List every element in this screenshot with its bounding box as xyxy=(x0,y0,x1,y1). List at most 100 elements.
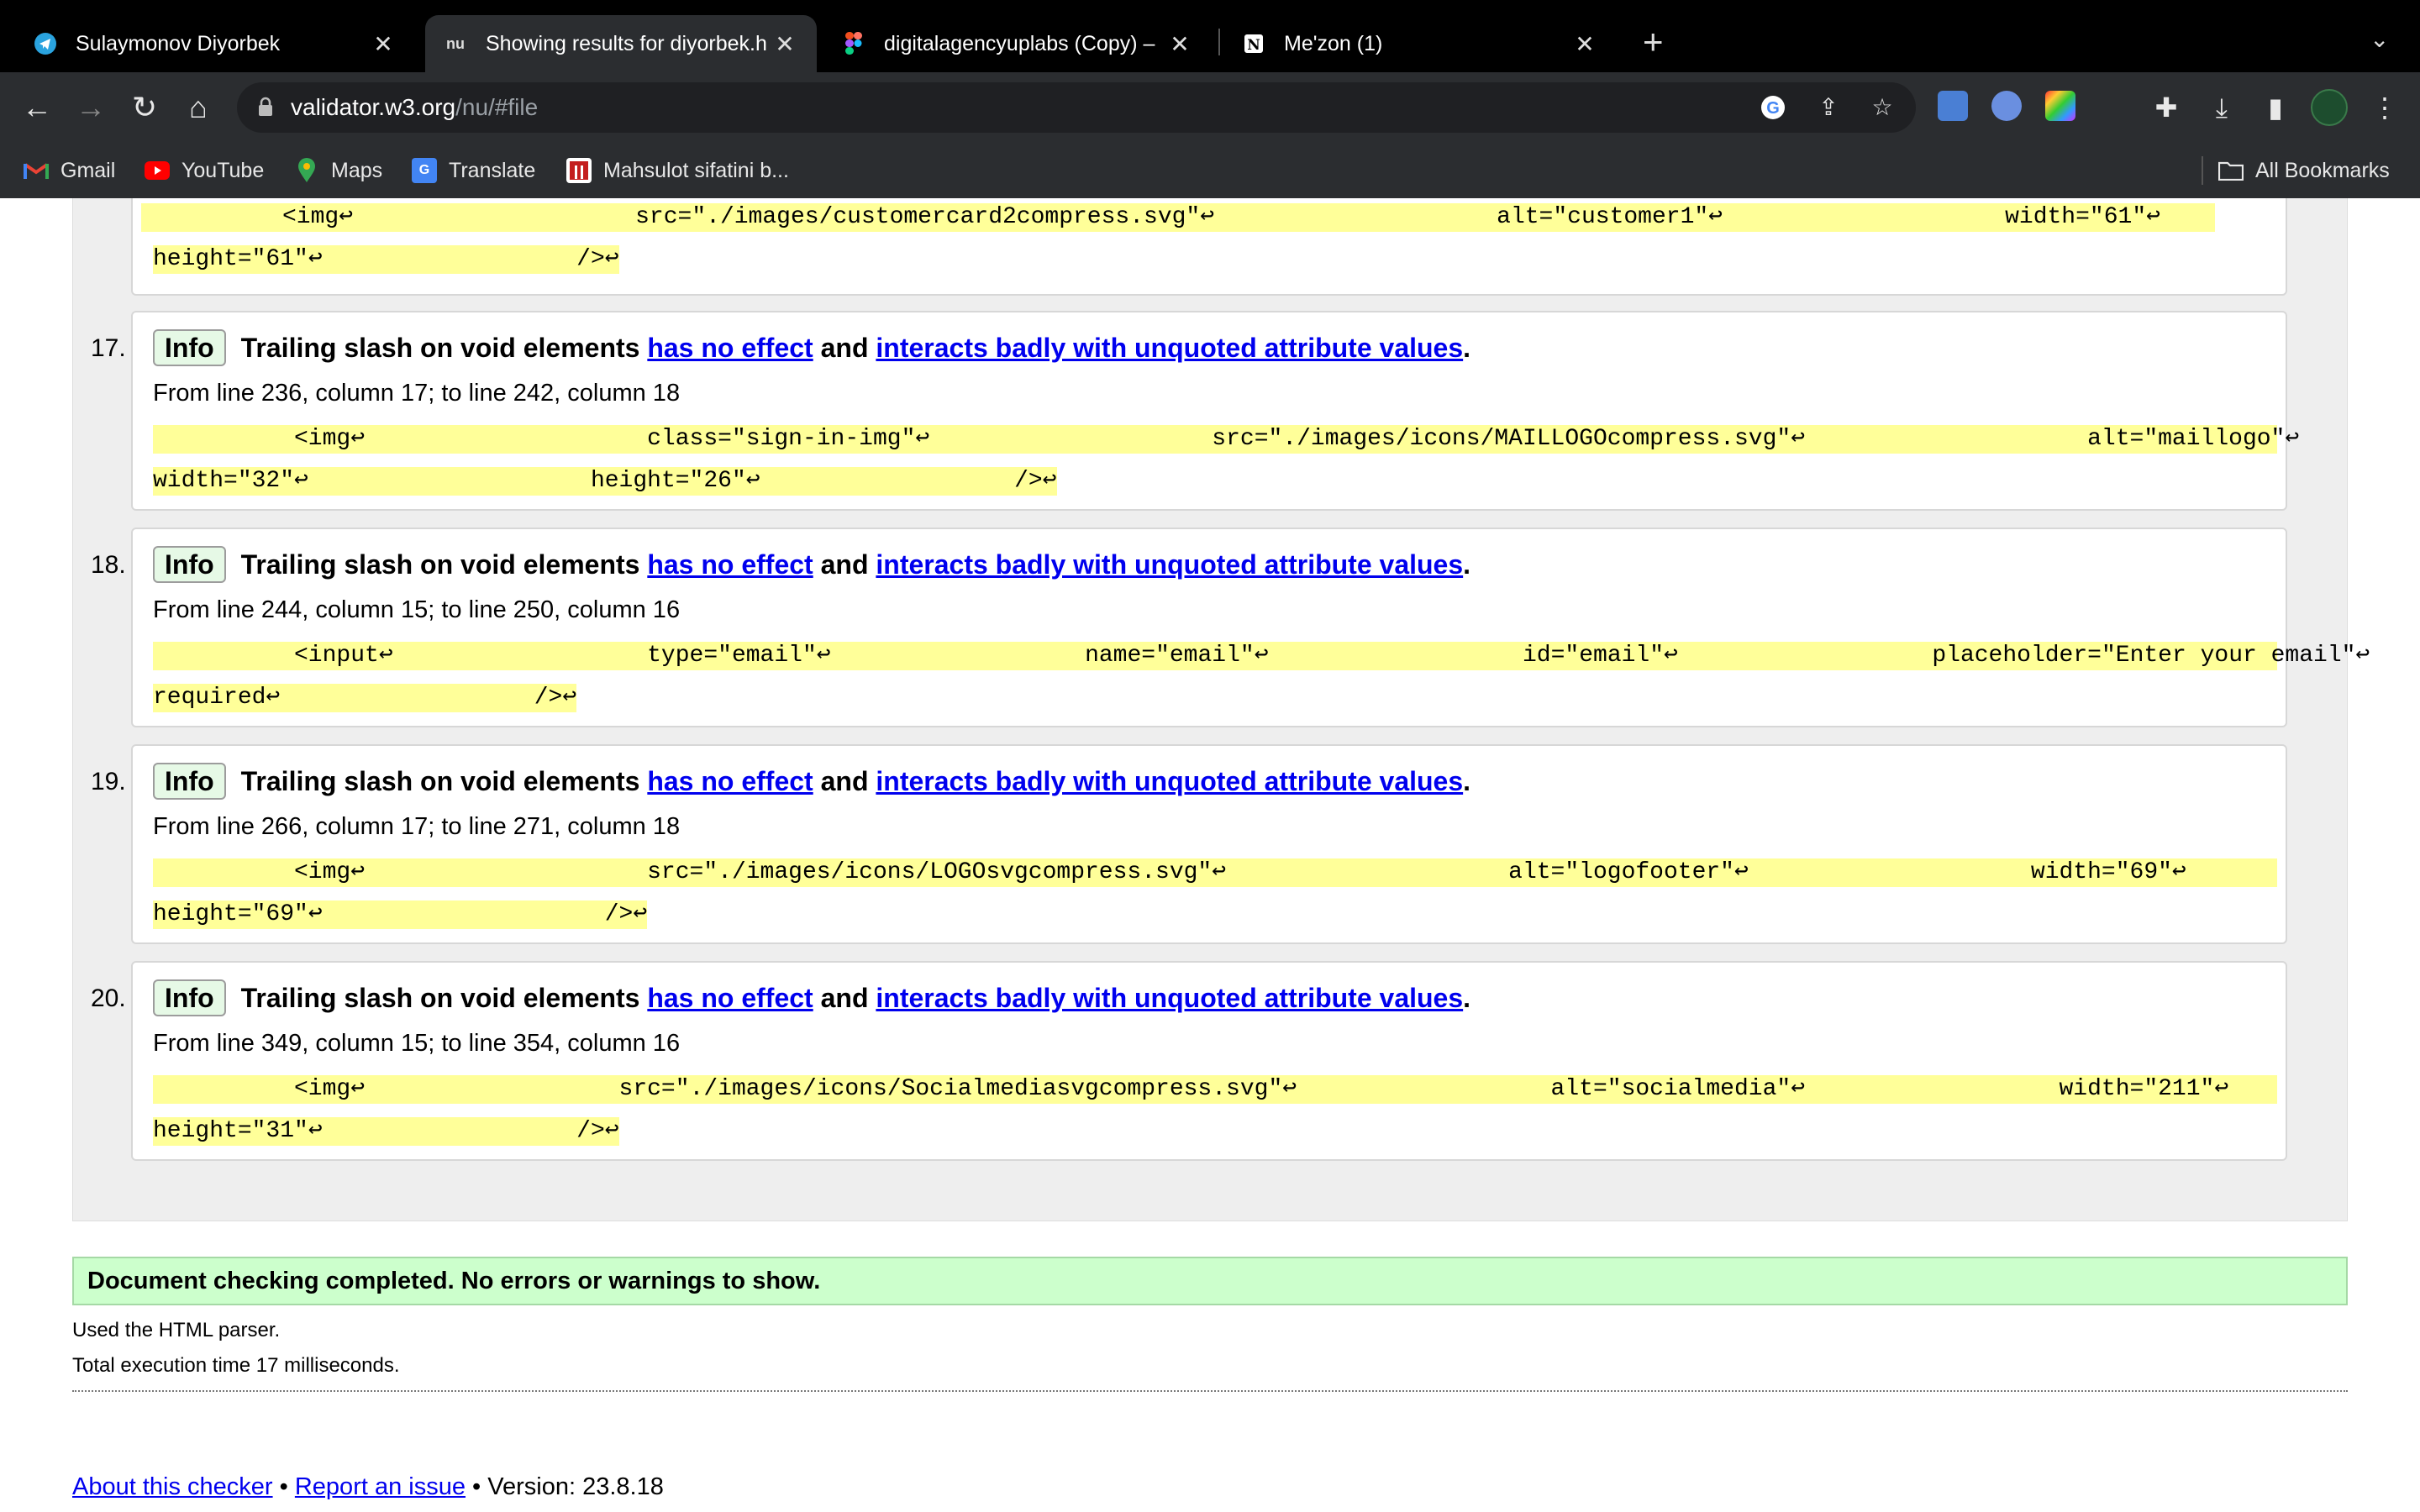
gmail-icon xyxy=(24,158,49,183)
info-badge: Info xyxy=(153,763,226,800)
color-picker-extension-icon[interactable] xyxy=(2045,91,2075,121)
info-badge: Info xyxy=(153,979,226,1016)
download-icon[interactable]: ⤓ xyxy=(2205,91,2238,124)
folder-icon xyxy=(2218,158,2244,183)
code-extract-line: height="31"↩ />↩ xyxy=(153,1117,619,1146)
message-text: . xyxy=(1463,549,1471,580)
bookmark-site-icon xyxy=(566,158,592,183)
message-text: Trailing slash on void elements xyxy=(240,765,640,796)
figma-icon xyxy=(842,32,865,55)
bookmark-gmail[interactable]: Gmail xyxy=(24,143,115,198)
divider xyxy=(72,1390,2348,1392)
tab-telegram[interactable]: Sulaymonov Diyorbek ✕ xyxy=(15,15,415,72)
bookmark-maps[interactable]: Maps xyxy=(294,143,382,198)
has-no-effect-link[interactable]: has no effect xyxy=(647,549,813,580)
interacts-badly-link[interactable]: interacts badly with unquoted attribute … xyxy=(876,766,1463,797)
profile-avatar[interactable] xyxy=(2311,89,2348,126)
close-tab-icon[interactable]: ✕ xyxy=(771,30,798,58)
interacts-badly-link[interactable]: interacts badly with unquoted attribute … xyxy=(876,549,1463,580)
back-icon[interactable]: ← xyxy=(17,87,57,128)
code-extract-line: required↩ />↩ xyxy=(153,684,577,712)
message-text: and xyxy=(820,549,869,580)
all-bookmarks-folder[interactable]: All Bookmarks xyxy=(2218,143,2390,198)
tab-title: Showing results for diyorbek.h xyxy=(486,31,767,55)
about-checker-link[interactable]: About this checker xyxy=(72,1473,273,1500)
code-extract-line: <img↩ src="./images/customercard2compres… xyxy=(141,203,2215,232)
reload-icon[interactable]: ↻ xyxy=(124,87,165,128)
message-text: . xyxy=(1463,765,1471,796)
message-location: From line 236, column 17; to line 242, c… xyxy=(153,380,681,407)
message-heading: Info Trailing slash on void elements has… xyxy=(153,546,1470,583)
share-icon[interactable]: ⇪ xyxy=(1815,94,1842,121)
bookmarks-bar: Gmail YouTube Maps G Translate Mahsulot … xyxy=(0,143,2420,198)
tab-figma[interactable]: digitalagencyuplabs (Copy) – ✕ xyxy=(823,15,1212,72)
code-extract-line: height="69"↩ />↩ xyxy=(153,900,648,929)
bookmark-label: Translate xyxy=(449,158,536,182)
google-translate-extension-icon[interactable] xyxy=(1938,91,1968,121)
bookmark-star-icon[interactable]: ☆ xyxy=(1869,94,1896,121)
close-tab-icon[interactable]: ✕ xyxy=(370,30,397,58)
message-text: and xyxy=(820,982,869,1013)
tab-strip: Sulaymonov Diyorbek ✕ nu Showing results… xyxy=(0,0,2420,72)
message-text: and xyxy=(820,332,869,363)
all-bookmarks-label: All Bookmarks xyxy=(2255,158,2390,182)
youtube-icon xyxy=(145,158,170,183)
tab-separator xyxy=(1218,29,1220,55)
google-lens-icon[interactable]: G xyxy=(1760,94,1786,121)
close-tab-icon[interactable]: ✕ xyxy=(1571,30,1598,58)
svg-text:N: N xyxy=(1247,37,1260,54)
code-extract-line: height="61"↩ />↩ xyxy=(153,245,619,274)
success-message: Document checking completed. No errors o… xyxy=(72,1257,2348,1305)
url-text: validator.w3.org/nu/#file xyxy=(291,82,538,133)
footer-separator: • xyxy=(272,1473,295,1500)
bookmarks-separator xyxy=(2202,156,2203,185)
message-location: From line 266, column 17; to line 271, c… xyxy=(153,813,681,840)
code-extract-line: <img↩ src="./images/icons/LOGOsvgcompres… xyxy=(153,858,2277,887)
bookmark-label: Gmail xyxy=(60,158,116,182)
has-no-effect-link[interactable]: has no effect xyxy=(647,983,813,1014)
execution-time: Total execution time 17 milliseconds. xyxy=(72,1354,400,1377)
menu-kebab-icon[interactable]: ⋮ xyxy=(2368,91,2402,124)
telegram-extension-icon[interactable] xyxy=(1991,91,2022,121)
bookmark-mahsulot[interactable]: Mahsulot sifatini b... xyxy=(566,143,789,198)
tab-title: digitalagencyuplabs (Copy) – xyxy=(884,31,1155,55)
tab-validator[interactable]: nu Showing results for diyorbek.h ✕ xyxy=(425,15,817,72)
report-issue-link[interactable]: Report an issue xyxy=(295,1473,466,1500)
address-bar[interactable]: validator.w3.org/nu/#file G ⇪ ☆ xyxy=(237,82,1916,133)
validator-page: <img↩ src="./images/customercard2compres… xyxy=(0,198,2420,1512)
forward-icon[interactable]: → xyxy=(71,87,111,128)
interacts-badly-link[interactable]: interacts badly with unquoted attribute … xyxy=(876,983,1463,1014)
message-location: From line 349, column 15; to line 354, c… xyxy=(153,1030,681,1057)
side-panel-icon[interactable]: ▮ xyxy=(2259,91,2292,124)
svg-text:G: G xyxy=(1766,99,1780,118)
tab-notion[interactable]: N Me'zon (1) ✕ xyxy=(1223,15,1617,72)
notion-icon: N xyxy=(1242,32,1265,55)
message-item: Info Trailing slash on void elements has… xyxy=(131,528,2370,727)
info-badge: Info xyxy=(153,329,226,366)
info-badge: Info xyxy=(153,546,226,583)
code-extract-line: <input↩ type="email"↩ name="email"↩ id="… xyxy=(153,642,2370,670)
interacts-badly-link[interactable]: interacts badly with unquoted attribute … xyxy=(876,333,1463,364)
message-number: 19. xyxy=(91,768,126,795)
message-item-partial: <img↩ src="./images/customercard2compres… xyxy=(131,198,2287,296)
message-text: Trailing slash on void elements xyxy=(240,549,640,580)
close-tab-icon[interactable]: ✕ xyxy=(1166,30,1193,58)
bookmark-youtube[interactable]: YouTube xyxy=(145,143,264,198)
message-item: Info Trailing slash on void elements has… xyxy=(131,961,2287,1161)
has-no-effect-link[interactable]: has no effect xyxy=(647,766,813,797)
tab-search-icon[interactable]: ⌄ xyxy=(2370,25,2389,53)
message-heading: Info Trailing slash on void elements has… xyxy=(153,979,1470,1016)
url-path: /nu/#file xyxy=(455,94,539,120)
has-no-effect-link[interactable]: has no effect xyxy=(647,333,813,364)
tab-title: Sulaymonov Diyorbek xyxy=(76,31,281,55)
message-heading: Info Trailing slash on void elements has… xyxy=(153,763,1470,800)
footer-separator: • xyxy=(465,1473,488,1500)
bookmark-label: YouTube xyxy=(182,158,265,182)
bookmark-translate[interactable]: G Translate xyxy=(412,143,535,198)
lock-icon xyxy=(257,97,274,117)
message-item: Info Trailing slash on void elements has… xyxy=(131,311,2299,511)
message-text: . xyxy=(1463,982,1471,1013)
extensions-puzzle-icon[interactable]: ✚ xyxy=(2149,91,2183,124)
home-icon[interactable]: ⌂ xyxy=(178,87,218,128)
new-tab-button[interactable]: + xyxy=(1643,22,1664,62)
